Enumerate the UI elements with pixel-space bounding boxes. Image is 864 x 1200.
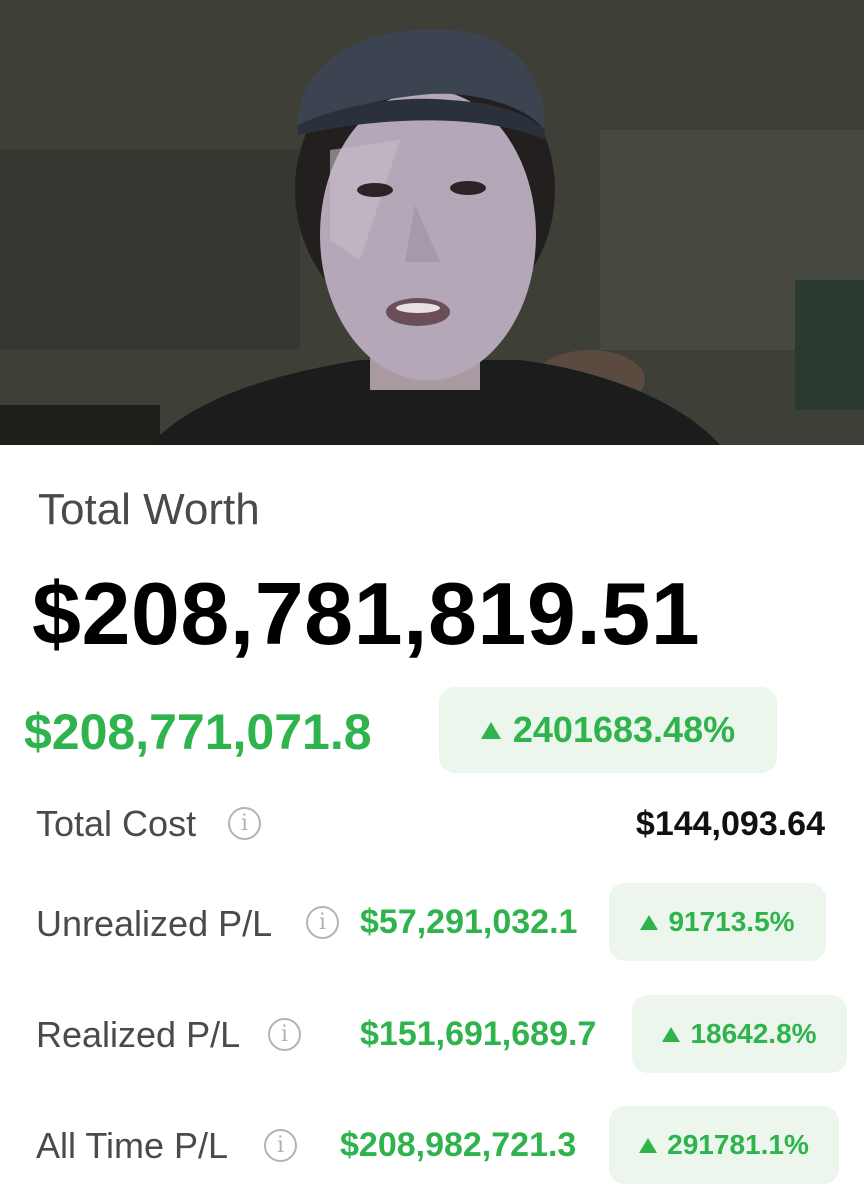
unrealized-pl-pct-badge: 91713.5% [609,883,826,961]
all-time-pl-pct: 291781.1% [667,1129,809,1160]
info-circle-icon[interactable]: i [228,807,261,840]
up-triangle-icon [640,914,659,930]
info-glyph: i [276,1133,285,1158]
info-circle-icon[interactable]: i [306,906,339,939]
portfolio-summary: Total Worth $208,781,819.51 $208,771,071… [0,445,864,1200]
realized-pl-pct-badge: 18642.8% [632,995,847,1073]
total-worth-title: Total Worth [38,485,260,534]
total-cost-value: $144,093.64 [635,805,825,843]
unrealized-pl-label: Unrealized P/L [36,903,273,944]
info-glyph: i [240,811,249,836]
total-cost-label: Total Cost [36,803,197,844]
realized-pl-pct: 18642.8% [690,1018,817,1049]
realized-pl-value: $151,691,689.7 [360,1015,597,1053]
all-time-pl-label: All Time P/L [36,1125,229,1166]
total-gain-pct-badge: 2401683.48% [439,687,777,773]
info-glyph: i [280,1022,289,1047]
up-triangle-icon [639,1137,658,1153]
up-triangle-icon [480,721,501,739]
all-time-pl-pct-badge: 291781.1% [609,1106,839,1184]
all-time-pl-value: $208,982,721.3 [340,1126,577,1164]
realized-pl-label: Realized P/L [36,1014,241,1055]
total-worth-value: $208,781,819.51 [32,564,701,663]
info-glyph: i [318,910,327,935]
total-gain-pct: 2401683.48% [512,709,736,750]
unrealized-pl-value: $57,291,032.1 [360,903,578,941]
webcam-image [0,0,864,445]
info-circle-icon[interactable]: i [264,1129,297,1162]
unrealized-pl-pct: 91713.5% [668,906,795,937]
up-triangle-icon [662,1026,681,1042]
total-gain-value: $208,771,071.8 [24,704,372,760]
webcam-video [0,0,864,445]
info-circle-icon[interactable]: i [268,1018,301,1051]
